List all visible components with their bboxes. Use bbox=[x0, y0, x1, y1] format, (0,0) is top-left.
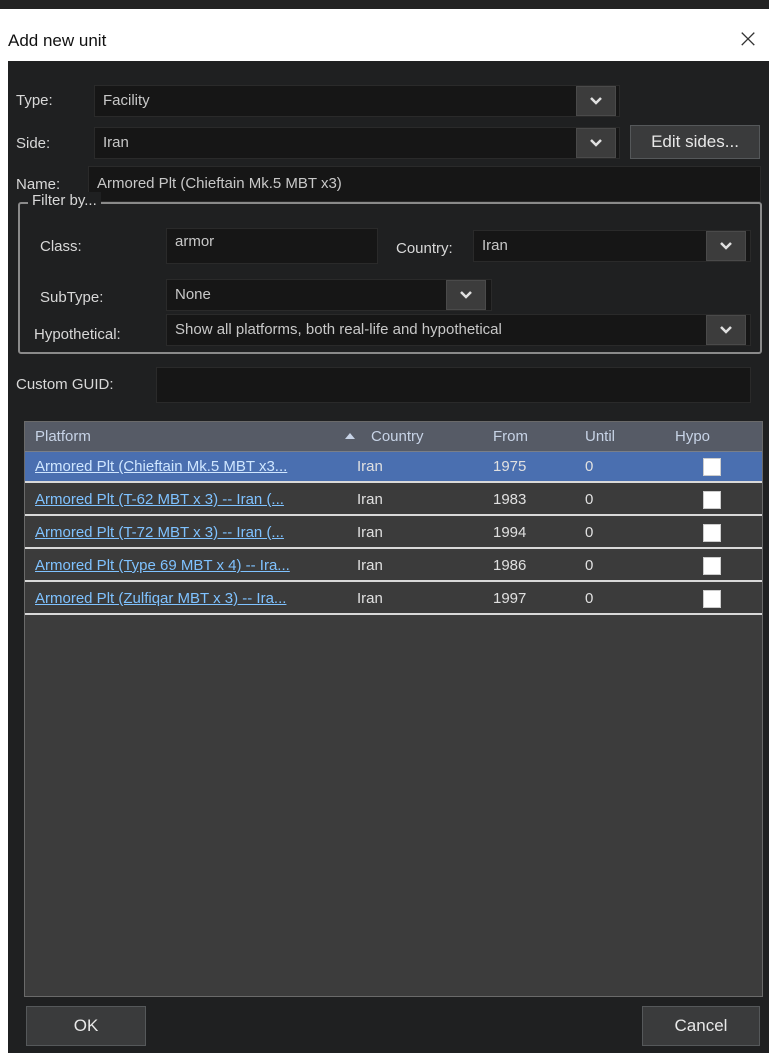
side-label: Side: bbox=[16, 135, 51, 152]
column-header-hypo[interactable]: Hypo bbox=[675, 422, 710, 452]
type-dropdown-button[interactable] bbox=[576, 86, 616, 116]
table-row[interactable]: Armored Plt (T-62 MBT x 3) -- Iran (... … bbox=[25, 485, 762, 516]
type-value: Facility bbox=[103, 92, 150, 109]
hypothetical-select[interactable]: Show all platforms, both real-life and h… bbox=[166, 314, 751, 346]
until-cell: 0 bbox=[585, 458, 594, 475]
country-cell: Iran bbox=[357, 557, 383, 574]
side-value: Iran bbox=[103, 134, 129, 151]
country-dropdown-button[interactable] bbox=[706, 231, 746, 261]
chevron-down-icon bbox=[720, 326, 732, 334]
window-top-border bbox=[0, 0, 769, 9]
hypo-checkbox[interactable] bbox=[703, 557, 721, 575]
subtype-value: None bbox=[175, 286, 211, 303]
class-label: Class: bbox=[40, 238, 82, 255]
chevron-down-icon bbox=[720, 242, 732, 250]
class-value: armor bbox=[175, 233, 215, 250]
name-input[interactable]: Armored Plt (Chieftain Mk.5 MBT x3) bbox=[88, 166, 761, 202]
hypothetical-label: Hypothetical: bbox=[34, 326, 121, 343]
platform-link[interactable]: Armored Plt (Zulfiqar MBT x 3) -- Ira... bbox=[35, 584, 357, 613]
country-cell: Iran bbox=[357, 590, 383, 607]
side-dropdown-button[interactable] bbox=[576, 128, 616, 158]
class-input[interactable]: armor bbox=[166, 228, 378, 264]
type-label: Type: bbox=[16, 92, 53, 109]
hypothetical-dropdown-button[interactable] bbox=[706, 315, 746, 345]
subtype-select[interactable]: None bbox=[166, 279, 492, 311]
close-icon[interactable]: × bbox=[735, 26, 761, 53]
from-cell: 1997 bbox=[493, 590, 527, 607]
side-select[interactable]: Iran bbox=[94, 127, 620, 159]
hypo-checkbox[interactable] bbox=[703, 590, 721, 608]
sort-ascending-icon bbox=[345, 433, 355, 439]
type-select[interactable]: Facility bbox=[94, 85, 620, 117]
until-cell: 0 bbox=[585, 557, 594, 574]
ok-button[interactable]: OK bbox=[26, 1006, 146, 1046]
subtype-label: SubType: bbox=[40, 289, 104, 306]
name-value: Armored Plt (Chieftain Mk.5 MBT x3) bbox=[97, 175, 342, 192]
hypo-checkbox[interactable] bbox=[703, 524, 721, 542]
platform-link[interactable]: Armored Plt (T-62 MBT x 3) -- Iran (... bbox=[35, 485, 357, 514]
edit-sides-button[interactable]: Edit sides... bbox=[630, 125, 760, 159]
guid-input[interactable] bbox=[156, 367, 751, 403]
country-cell: Iran bbox=[357, 524, 383, 541]
filter-group-title: Filter by... bbox=[28, 192, 101, 209]
from-cell: 1975 bbox=[493, 458, 527, 475]
table-header: Platform Country From Until Hypo bbox=[25, 422, 762, 452]
from-cell: 1986 bbox=[493, 557, 527, 574]
column-header-country[interactable]: Country bbox=[371, 422, 424, 452]
until-cell: 0 bbox=[585, 590, 594, 607]
column-header-from[interactable]: From bbox=[493, 422, 528, 452]
from-cell: 1983 bbox=[493, 491, 527, 508]
chevron-down-icon bbox=[460, 291, 472, 299]
subtype-dropdown-button[interactable] bbox=[446, 280, 486, 310]
country-cell: Iran bbox=[357, 491, 383, 508]
hypo-checkbox[interactable] bbox=[703, 491, 721, 509]
guid-label: Custom GUID: bbox=[16, 376, 114, 393]
until-cell: 0 bbox=[585, 524, 594, 541]
name-label: Name: bbox=[16, 176, 61, 193]
table-row[interactable]: Armored Plt (Zulfiqar MBT x 3) -- Ira...… bbox=[25, 584, 762, 615]
cancel-button[interactable]: Cancel bbox=[642, 1006, 760, 1046]
table-row[interactable]: Armored Plt (T-72 MBT x 3) -- Iran (... … bbox=[25, 518, 762, 549]
country-value: Iran bbox=[482, 237, 508, 254]
country-label: Country: bbox=[396, 240, 453, 257]
chevron-down-icon bbox=[590, 97, 602, 105]
hypo-checkbox[interactable] bbox=[703, 458, 721, 476]
column-header-until[interactable]: Until bbox=[585, 422, 615, 452]
title-bar: Add new unit × bbox=[0, 9, 769, 61]
until-cell: 0 bbox=[585, 491, 594, 508]
column-header-platform[interactable]: Platform bbox=[35, 422, 91, 452]
window-title: Add new unit bbox=[8, 31, 107, 50]
chevron-down-icon bbox=[590, 139, 602, 147]
platform-link[interactable]: Armored Plt (Type 69 MBT x 4) -- Ira... bbox=[35, 551, 357, 580]
platform-table: Platform Country From Until Hypo Armored… bbox=[24, 421, 763, 997]
platform-link[interactable]: Armored Plt (Chieftain Mk.5 MBT x3... bbox=[35, 452, 357, 481]
table-row[interactable]: Armored Plt (Type 69 MBT x 4) -- Ira... … bbox=[25, 551, 762, 582]
hypothetical-value: Show all platforms, both real-life and h… bbox=[175, 321, 502, 338]
table-row[interactable]: Armored Plt (Chieftain Mk.5 MBT x3... Ir… bbox=[25, 452, 762, 483]
from-cell: 1994 bbox=[493, 524, 527, 541]
platform-link[interactable]: Armored Plt (T-72 MBT x 3) -- Iran (... bbox=[35, 518, 357, 547]
country-cell: Iran bbox=[357, 458, 383, 475]
